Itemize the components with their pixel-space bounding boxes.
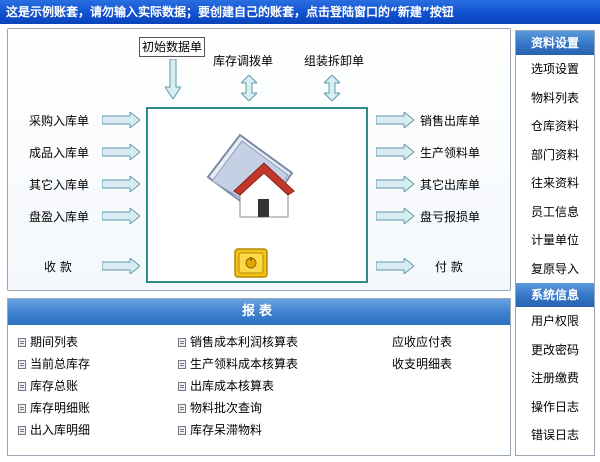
right-arrow-icon: [376, 112, 414, 128]
sidebar-item-units[interactable]: 计量单位: [516, 226, 594, 255]
sidebar-item-employees[interactable]: 员工信息: [516, 198, 594, 227]
sidebar-item-restore-import[interactable]: 复原导入: [516, 255, 594, 284]
report-link[interactable]: 期间列表: [18, 331, 90, 353]
up-down-arrow-icon: [324, 75, 340, 101]
production-picking-link[interactable]: 生产领料单: [420, 144, 480, 161]
right-arrow-icon: [102, 112, 140, 128]
other-outbound-link[interactable]: 其它出库单: [420, 176, 480, 193]
sidebar-item-change-password[interactable]: 更改密码: [516, 336, 594, 365]
document-icon: [178, 359, 186, 369]
sales-outbound-link[interactable]: 销售出库单: [420, 112, 480, 129]
up-down-arrow-icon: [241, 75, 257, 101]
report-label: 销售成本利润核算表: [190, 335, 299, 349]
report-link[interactable]: 库存总账: [18, 375, 90, 397]
document-icon: [18, 403, 26, 413]
right-arrow-icon: [102, 144, 140, 160]
report-link[interactable]: 物料批次查询: [178, 397, 298, 419]
document-icon: [178, 403, 186, 413]
report-link[interactable]: 销售成本利润核算表: [178, 331, 298, 353]
product-inbound-link[interactable]: 成品入库单: [29, 144, 89, 161]
report-link[interactable]: 出库成本核算表: [178, 375, 298, 397]
report-label: 期间列表: [30, 335, 79, 349]
safe-icon: [234, 248, 268, 278]
document-icon: [18, 425, 26, 435]
flow-panel: 初始数据单 库存调拨单 组装拆卸单 采购入库单 成品入库单 其它入库单 盘盈入库…: [7, 28, 511, 291]
report-column-1: 期间列表 当前总库存 库存总账 库存明细账 出入库明细: [18, 331, 90, 441]
report-column-3: 应收应付表 收支明细表: [392, 331, 452, 375]
purchase-inbound-link[interactable]: 采购入库单: [29, 112, 89, 129]
right-arrow-icon: [376, 208, 414, 224]
sidebar-item-options[interactable]: 选项设置: [516, 55, 594, 84]
document-icon: [18, 359, 26, 369]
document-icon: [178, 381, 186, 391]
report-label: 当前总库存: [30, 357, 91, 371]
right-arrow-icon: [376, 176, 414, 192]
loss-scrap-link[interactable]: 盘亏报损单: [420, 208, 480, 225]
assembly-link[interactable]: 组装拆卸单: [304, 52, 364, 69]
right-arrow-icon: [102, 176, 140, 192]
receipt-link[interactable]: 收 款: [44, 258, 72, 275]
down-arrow-icon: [165, 59, 181, 99]
report-label: 库存明细账: [30, 401, 91, 415]
home-icon: [206, 133, 295, 219]
right-arrow-icon: [376, 144, 414, 160]
report-column-2: 销售成本利润核算表 生产领料成本核算表 出库成本核算表 物料批次查询 库存呆滞物…: [178, 331, 298, 441]
report-label: 收支明细表: [392, 357, 453, 371]
report-label: 出入库明细: [30, 423, 91, 437]
payment-link[interactable]: 付 款: [435, 258, 463, 275]
report-link[interactable]: 库存明细账: [18, 397, 90, 419]
report-link[interactable]: 出入库明细: [18, 419, 90, 441]
report-label: 出库成本核算表: [190, 379, 275, 393]
stock-transfer-link[interactable]: 库存调拨单: [213, 52, 273, 69]
sidebar-item-materials[interactable]: 物料列表: [516, 84, 594, 113]
report-label: 库存总账: [30, 379, 79, 393]
sidebar-item-operation-log[interactable]: 操作日志: [516, 393, 594, 422]
right-arrow-icon: [102, 208, 140, 224]
sidebar-item-contacts[interactable]: 往来资料: [516, 169, 594, 198]
document-icon: [18, 337, 26, 347]
report-link[interactable]: 应收应付表: [392, 331, 452, 353]
surplus-inbound-link[interactable]: 盘盈入库单: [29, 208, 89, 225]
sidebar-item-user-permissions[interactable]: 用户权限: [516, 307, 594, 336]
sidebar-header-data-settings: 资料设置: [516, 31, 594, 55]
sidebar-item-warehouses[interactable]: 仓库资料: [516, 112, 594, 141]
document-icon: [178, 425, 186, 435]
right-arrow-icon: [102, 258, 140, 274]
right-arrow-icon: [376, 258, 414, 274]
report-label: 应收应付表: [392, 335, 453, 349]
sidebar-header-system-info: 系统信息: [516, 283, 594, 307]
other-inbound-link[interactable]: 其它入库单: [29, 176, 89, 193]
warehouse-center: [146, 107, 368, 283]
document-icon: [178, 337, 186, 347]
report-link[interactable]: 生产领料成本核算表: [178, 353, 298, 375]
report-label: 生产领料成本核算表: [190, 357, 299, 371]
report-link[interactable]: 当前总库存: [18, 353, 90, 375]
sidebar-item-registration[interactable]: 注册缴费: [516, 364, 594, 393]
report-link[interactable]: 库存呆滞物料: [178, 419, 298, 441]
document-icon: [18, 381, 26, 391]
sidebar-item-error-log[interactable]: 错误日志: [516, 421, 594, 450]
reports-panel: 报表 期间列表 当前总库存 库存总账 库存明细账 出入库明细 销售成本利润核算表…: [7, 298, 511, 456]
sidebar: 资料设置 选项设置 物料列表 仓库资料 部门资料 往来资料 员工信息 计量单位 …: [515, 30, 595, 456]
report-link[interactable]: 收支明细表: [392, 353, 452, 375]
reports-header: 报表: [8, 299, 510, 325]
report-label: 库存呆滞物料: [190, 423, 263, 437]
sidebar-item-departments[interactable]: 部门资料: [516, 141, 594, 170]
initial-data-button[interactable]: 初始数据单: [139, 37, 205, 57]
notice-bar: 这是示例账套，请勿输入实际数据；要创建自己的账套，点击登陆窗口的“新建”按钮: [0, 0, 600, 24]
report-label: 物料批次查询: [190, 401, 263, 415]
